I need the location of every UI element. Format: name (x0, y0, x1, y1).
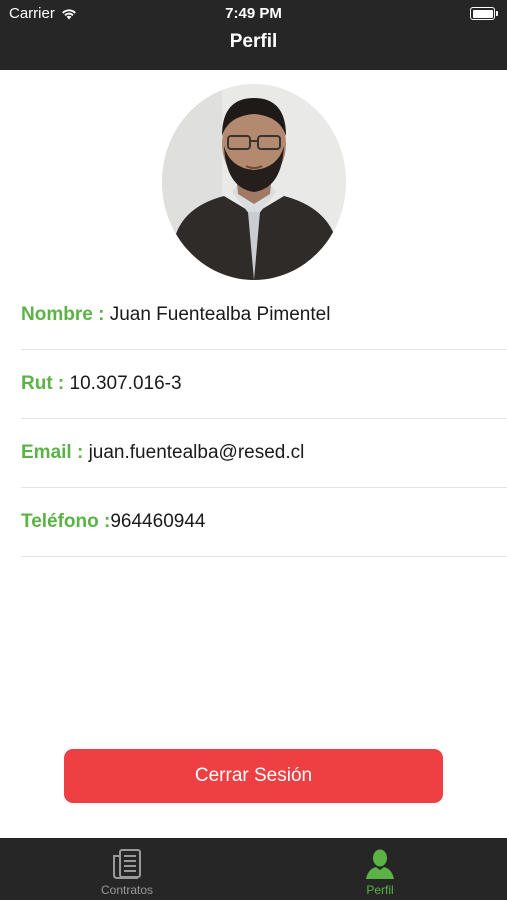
info-row-nombre: Nombre : Juan Fuentealba Pimentel (21, 281, 507, 350)
telefono-value: 964460944 (110, 511, 206, 532)
battery-icon (470, 7, 498, 20)
tab-contratos-label: Contratos (100, 883, 154, 897)
nombre-label: Nombre : (21, 304, 110, 325)
status-time: 7:49 PM (225, 5, 282, 22)
page-title: Perfil (229, 31, 278, 52)
tab-bar: Contratos Perfil (0, 838, 507, 900)
tab-perfil[interactable]: Perfil (253, 838, 507, 900)
logout-button[interactable]: Cerrar Sesión (64, 749, 443, 803)
profile-info-list: Nombre : Juan Fuentealba Pimentel Rut : … (0, 281, 507, 557)
tab-contratos[interactable]: Contratos (0, 838, 254, 900)
rut-value: 10.307.016-3 (69, 373, 182, 394)
info-row-email: Email : juan.fuentealba@resed.cl (21, 419, 507, 488)
document-list-icon (113, 849, 141, 879)
tab-perfil-label: Perfil (366, 883, 394, 897)
rut-label: Rut : (21, 373, 70, 394)
nombre-value: Juan Fuentealba Pimentel (109, 304, 331, 325)
info-row-rut: Rut : 10.307.016-3 (21, 350, 507, 419)
profile-photo (162, 84, 346, 280)
email-value: juan.fuentealba@resed.cl (88, 442, 305, 463)
email-label: Email : (21, 442, 89, 463)
user-icon (366, 849, 394, 879)
telefono-label: Teléfono : (21, 511, 111, 532)
info-row-telefono: Teléfono : 964460944 (21, 488, 507, 557)
profile-screen: Carrier 7:49 PM Perfil Nombre: Juan Fue… (0, 0, 507, 900)
navigation-bar: Carrier 7:49 PM Perfil (0, 0, 507, 70)
avatar (162, 84, 346, 280)
